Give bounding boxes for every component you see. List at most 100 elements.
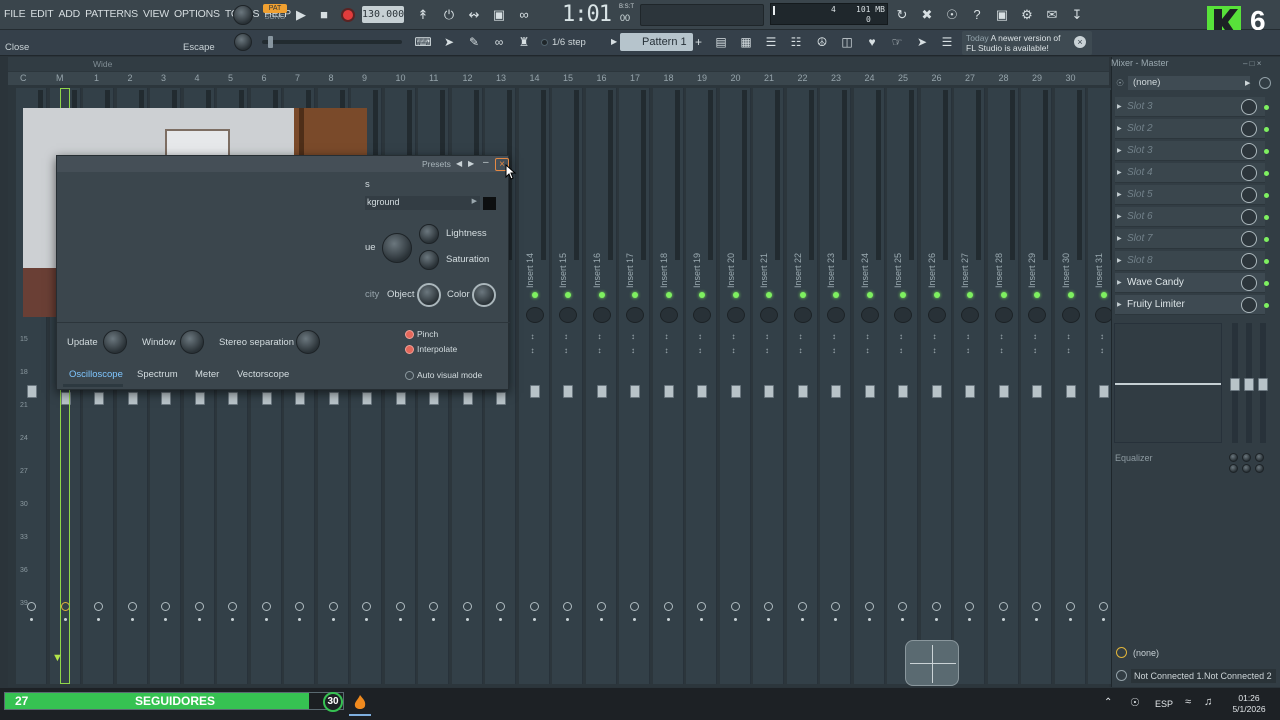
- keyboard-icon[interactable]: ⌨: [414, 33, 432, 51]
- browser-icon[interactable]: ☮: [813, 33, 831, 51]
- send-dot[interactable]: [700, 618, 703, 621]
- slot-enable-led[interactable]: [1264, 259, 1269, 264]
- strip-enable-led[interactable]: [1101, 292, 1107, 298]
- add-pattern-icon[interactable]: +: [695, 35, 702, 49]
- link-icon[interactable]: ∞: [490, 33, 508, 51]
- route-button[interactable]: [94, 602, 103, 611]
- send-dot[interactable]: [800, 618, 804, 621]
- pan-knob[interactable]: [659, 307, 678, 323]
- volume-fader[interactable]: [898, 385, 908, 398]
- send-dot[interactable]: [365, 618, 368, 621]
- strip-arrows-icon[interactable]: ↕: [531, 346, 535, 355]
- pan-knob[interactable]: [525, 307, 544, 323]
- touch-widget[interactable]: [905, 640, 959, 686]
- minimize-icon[interactable]: –: [483, 157, 489, 168]
- preset-next-icon[interactable]: ▶: [468, 159, 474, 168]
- send-dot[interactable]: [331, 618, 335, 621]
- volume-fader[interactable]: [261, 392, 272, 405]
- strip-enable-led[interactable]: [866, 292, 873, 298]
- master-volume-knob[interactable]: [233, 5, 253, 25]
- pan-knob[interactable]: [626, 307, 644, 323]
- slot-mix-knob[interactable]: [1241, 165, 1257, 181]
- chat-icon[interactable]: ✉: [1043, 6, 1061, 24]
- strip-arrows-icon[interactable]: ↕: [899, 332, 903, 341]
- help-icon[interactable]: ?: [968, 6, 986, 24]
- metronome-icon[interactable]: ↟: [414, 6, 432, 24]
- tab-spectrum[interactable]: Spectrum: [137, 369, 178, 380]
- strip-arrows-icon[interactable]: ↕: [899, 346, 903, 355]
- strip-enable-led[interactable]: [833, 292, 839, 298]
- slot-enable-led[interactable]: [1264, 215, 1269, 220]
- send-dot[interactable]: [465, 618, 469, 621]
- strip-arrows-icon[interactable]: ↕: [564, 346, 568, 355]
- route-button[interactable]: [295, 602, 304, 611]
- strip-arrows-icon[interactable]: ↕: [866, 346, 870, 355]
- send-dot[interactable]: [968, 618, 971, 621]
- channel-rack-icon[interactable]: ☰: [762, 33, 780, 51]
- strip-arrows-icon[interactable]: ↕: [966, 332, 970, 341]
- volume-icon[interactable]: ♫: [1204, 696, 1212, 708]
- menu-patterns[interactable]: PATTERNS: [85, 8, 138, 20]
- strip-arrows-icon[interactable]: ↕: [631, 346, 635, 355]
- send-dot[interactable]: [901, 618, 904, 621]
- strip-arrows-icon[interactable]: ↕: [1100, 346, 1104, 355]
- pan-knob[interactable]: [927, 307, 946, 323]
- send-dot[interactable]: [532, 618, 536, 621]
- tab-meter[interactable]: Meter: [195, 369, 219, 380]
- save-icon[interactable]: ▣: [993, 6, 1011, 24]
- strip-enable-led[interactable]: [665, 292, 672, 298]
- volume-fader[interactable]: [362, 392, 372, 405]
- interpolate-radio[interactable]: [405, 345, 414, 354]
- volume-fader[interactable]: [998, 385, 1009, 398]
- playlist-icon[interactable]: ▤: [712, 33, 730, 51]
- color-knob[interactable]: [472, 283, 496, 307]
- pan-knob[interactable]: [592, 307, 611, 323]
- strip-enable-led[interactable]: [900, 292, 906, 298]
- pan-knob[interactable]: [994, 307, 1013, 323]
- pan-knob[interactable]: [559, 307, 577, 323]
- route-button[interactable]: [328, 602, 338, 611]
- volume-fader[interactable]: [965, 385, 975, 398]
- send-dot[interactable]: [30, 618, 33, 621]
- lightness-knob[interactable]: [419, 224, 439, 244]
- route-button[interactable]: [663, 602, 673, 611]
- route-button[interactable]: [429, 602, 438, 611]
- strip-arrows-icon[interactable]: ↕: [1033, 346, 1037, 355]
- strip-arrows-icon[interactable]: ↕: [832, 346, 836, 355]
- route-button[interactable]: [127, 602, 137, 611]
- strip-arrows-icon[interactable]: ↕: [732, 346, 736, 355]
- route-button[interactable]: [697, 602, 706, 611]
- slot-mix-knob[interactable]: [1241, 143, 1257, 159]
- strip-enable-led[interactable]: [1034, 292, 1040, 298]
- send-dot[interactable]: [432, 618, 435, 621]
- slot-enable-led[interactable]: [1264, 193, 1269, 198]
- volume-fader[interactable]: [395, 392, 406, 405]
- strip-enable-led[interactable]: [1000, 292, 1007, 298]
- send-dot[interactable]: [130, 618, 134, 621]
- strip-arrows-icon[interactable]: ↕: [665, 332, 669, 341]
- eq-graph[interactable]: [1114, 323, 1222, 443]
- route-button[interactable]: [194, 602, 204, 611]
- volume-fader[interactable]: [563, 385, 573, 398]
- output-arrow-icon[interactable]: [1116, 670, 1127, 681]
- background-color-swatch[interactable]: [483, 197, 496, 210]
- master-pitch-knob[interactable]: [234, 33, 252, 51]
- tab-oscilloscope[interactable]: Oscilloscope: [69, 369, 123, 380]
- microphone-icon[interactable]: ☉: [943, 6, 961, 24]
- route-button[interactable]: [529, 602, 539, 611]
- record-audio-icon[interactable]: ➤: [913, 33, 931, 51]
- route-button[interactable]: [630, 602, 639, 611]
- eq-band-knobs[interactable]: [1225, 453, 1270, 473]
- slot-mix-knob[interactable]: [1241, 187, 1257, 203]
- strip-arrows-icon[interactable]: ↕: [598, 346, 602, 355]
- saturation-knob[interactable]: [419, 250, 439, 270]
- send-dot[interactable]: [298, 618, 301, 621]
- slot-enable-led[interactable]: [1264, 237, 1269, 242]
- pattern-selector[interactable]: Pattern 1: [620, 33, 693, 51]
- strip-arrows-icon[interactable]: ↕: [1100, 332, 1104, 341]
- slot-enable-led[interactable]: [1264, 105, 1269, 110]
- route-button[interactable]: [496, 602, 505, 611]
- strip-arrows-icon[interactable]: ↕: [631, 332, 635, 341]
- route-button[interactable]: [462, 602, 472, 611]
- master-slot[interactable]: Slot 8 ▶: [1115, 251, 1269, 271]
